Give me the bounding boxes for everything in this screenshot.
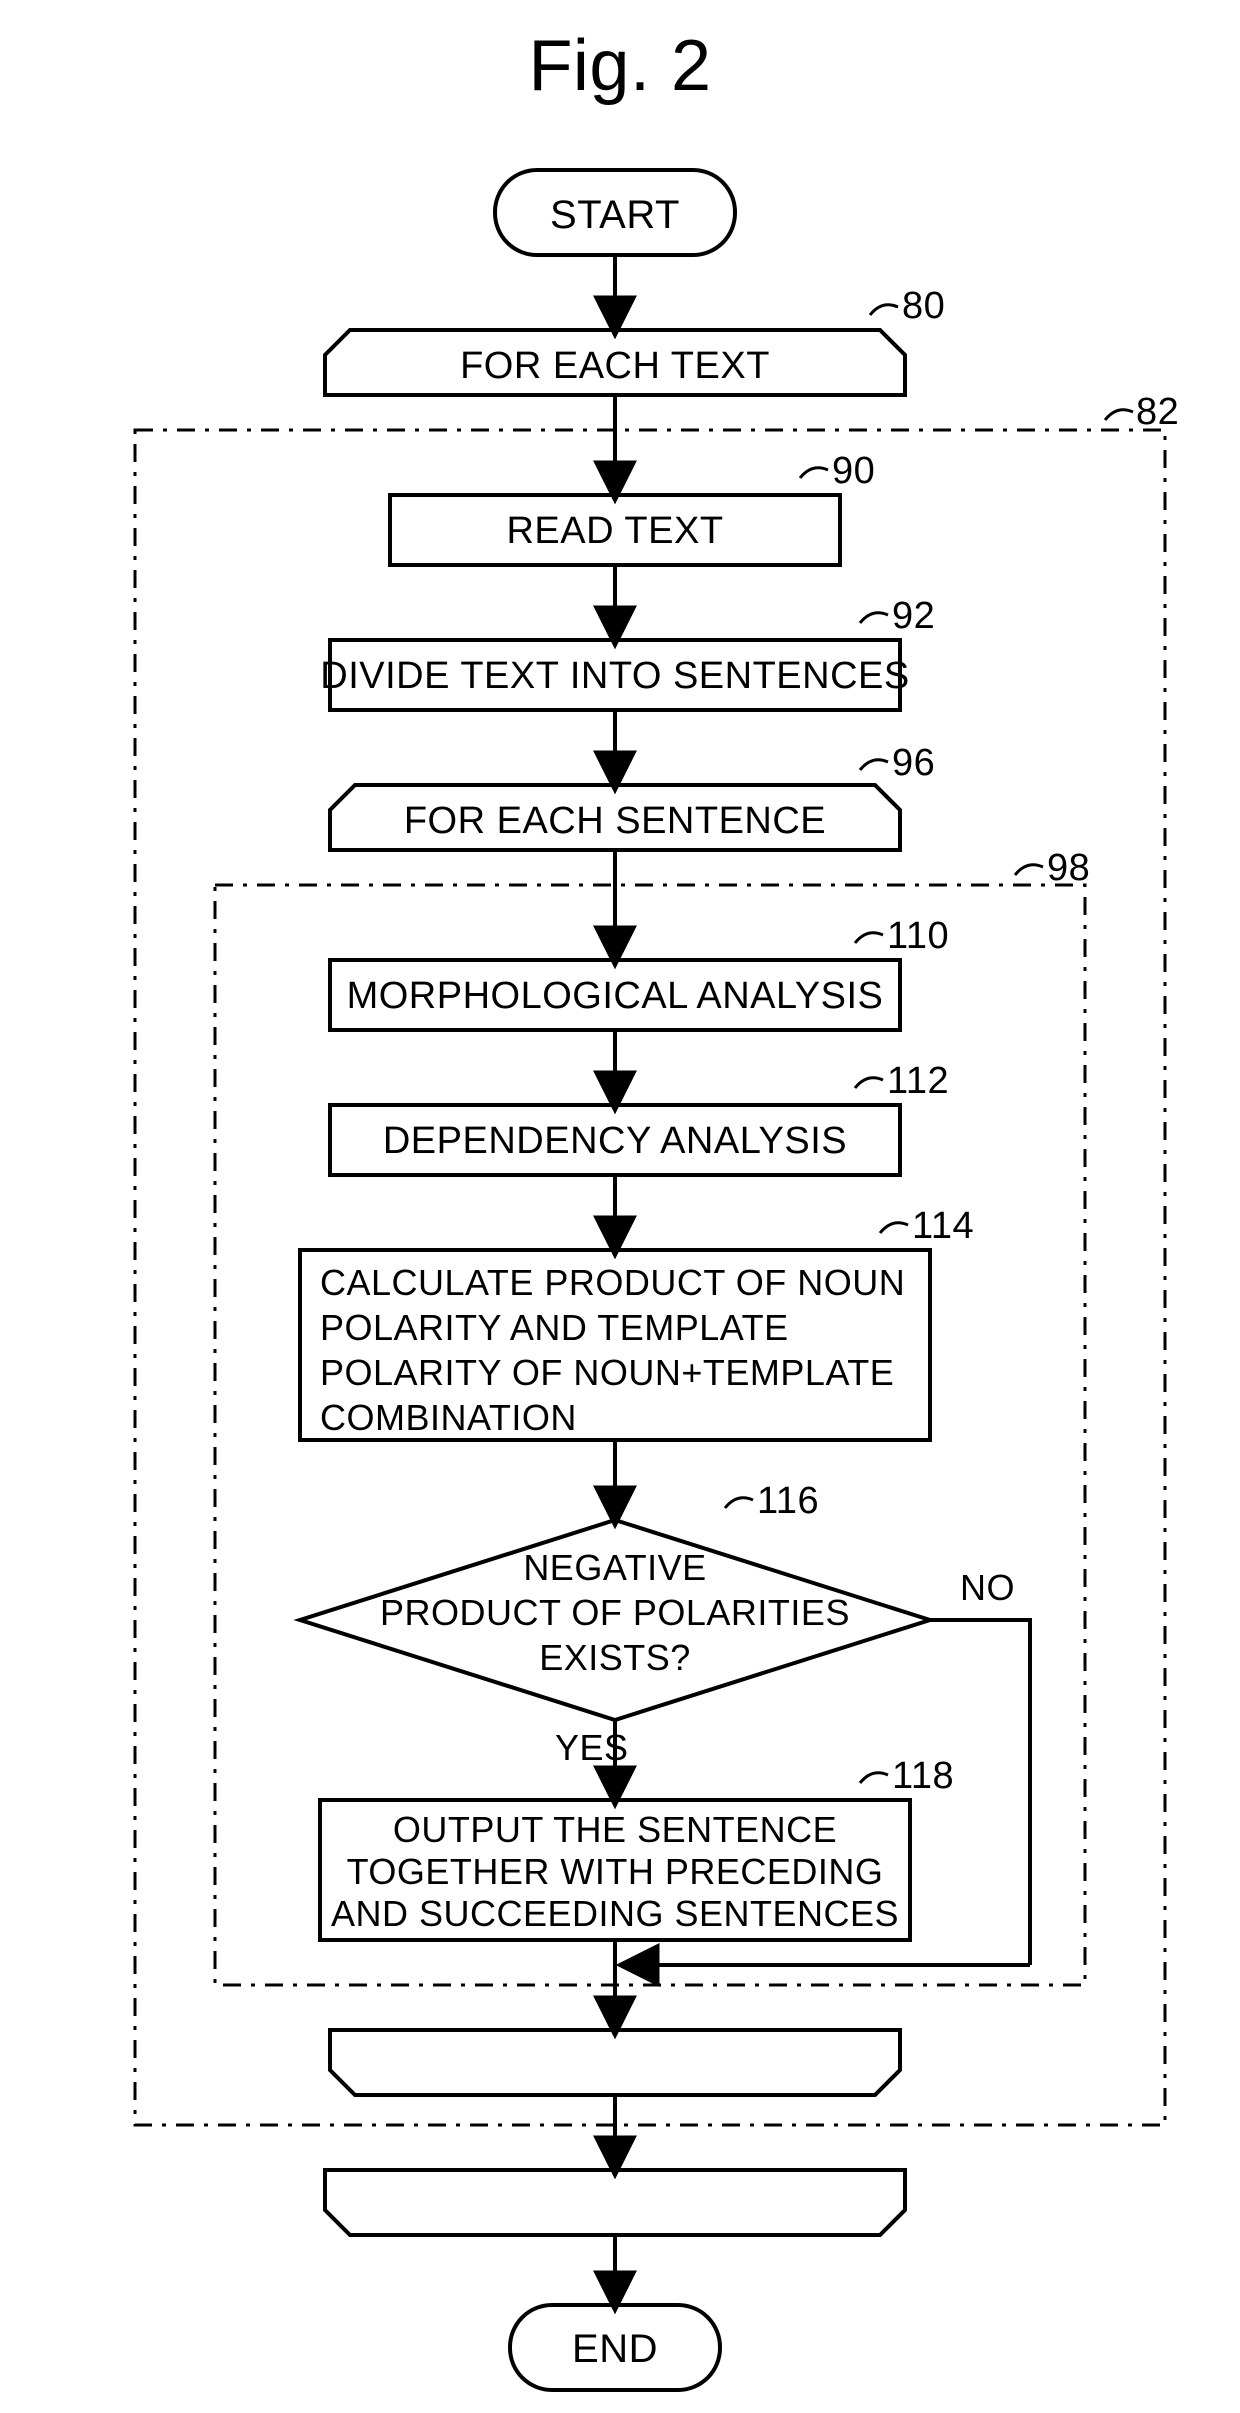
read-text-node: READ TEXT	[390, 495, 840, 565]
svg-text:80: 80	[902, 285, 945, 327]
svg-text:96: 96	[892, 742, 935, 784]
decision-node: NEGATIVE PRODUCT OF POLARITIES EXISTS?	[300, 1520, 930, 1720]
figure-title: Fig. 2	[528, 26, 711, 106]
ref-112: 112	[855, 1060, 949, 1102]
svg-text:90: 90	[832, 450, 875, 492]
ref-98: 98	[1015, 847, 1090, 889]
ref-114: 114	[880, 1205, 974, 1247]
svg-text:AND SUCCEEDING SENTENCES: AND SUCCEEDING SENTENCES	[331, 1893, 899, 1934]
dep-label: DEPENDENCY ANALYSIS	[383, 1120, 847, 1162]
start-node: START	[495, 170, 735, 255]
svg-text:POLARITY OF NOUN+TEMPLATE: POLARITY OF NOUN+TEMPLATE	[320, 1352, 894, 1393]
end-label: END	[572, 2327, 658, 2371]
flowchart-figure: Fig. 2 START FOR EACH TEXT 80 82 READ TE…	[0, 0, 1240, 2413]
divide-text-node: DIVIDE TEXT INTO SENTENCES	[320, 640, 909, 710]
ref-90: 90	[800, 450, 875, 492]
svg-text:OUTPUT THE SENTENCE: OUTPUT THE SENTENCE	[393, 1809, 837, 1850]
ref-116: 116	[725, 1480, 819, 1522]
svg-text:POLARITY AND TEMPLATE: POLARITY AND TEMPLATE	[320, 1307, 789, 1348]
loop-text-footer	[325, 2170, 905, 2235]
loop-text-header: FOR EACH TEXT	[325, 330, 905, 395]
ref-82: 82	[1105, 391, 1179, 433]
loop-text-label: FOR EACH TEXT	[460, 345, 770, 387]
decision-l2: PRODUCT OF POLARITIES	[380, 1592, 850, 1633]
svg-text:114: 114	[912, 1205, 974, 1247]
svg-text:TOGETHER WITH PRECEDING: TOGETHER WITH PRECEDING	[347, 1851, 884, 1892]
morphological-node: MORPHOLOGICAL ANALYSIS	[330, 960, 900, 1030]
ref-118: 118	[860, 1755, 954, 1797]
divide-label: DIVIDE TEXT INTO SENTENCES	[320, 655, 909, 697]
svg-text:82: 82	[1136, 391, 1179, 433]
yes-label: YES	[555, 1727, 629, 1768]
svg-text:92: 92	[892, 595, 935, 637]
output-node: OUTPUT THE SENTENCE TOGETHER WITH PRECED…	[320, 1800, 910, 1940]
svg-text:118: 118	[892, 1755, 954, 1797]
start-label: START	[550, 193, 680, 237]
svg-text:110: 110	[887, 915, 949, 957]
ref-96: 96	[860, 742, 935, 784]
loop-sentence-label: FOR EACH SENTENCE	[404, 800, 826, 842]
ref-92: 92	[860, 595, 935, 637]
no-label: NO	[960, 1567, 1015, 1608]
svg-text:COMBINATION: COMBINATION	[320, 1397, 577, 1438]
dependency-node: DEPENDENCY ANALYSIS	[330, 1105, 900, 1175]
loop-sentence-footer	[330, 2030, 900, 2095]
end-node: END	[510, 2305, 720, 2390]
decision-l1: NEGATIVE	[523, 1547, 706, 1588]
svg-text:112: 112	[887, 1060, 949, 1102]
ref-80: 80	[870, 285, 945, 327]
loop-sentence-header: FOR EACH SENTENCE	[330, 785, 900, 850]
svg-text:116: 116	[757, 1480, 819, 1522]
svg-text:CALCULATE PRODUCT OF NOUN: CALCULATE PRODUCT OF NOUN	[320, 1262, 905, 1303]
svg-text:98: 98	[1047, 847, 1090, 889]
decision-l3: EXISTS?	[539, 1637, 691, 1678]
read-text-label: READ TEXT	[506, 510, 723, 552]
calculate-node: CALCULATE PRODUCT OF NOUN POLARITY AND T…	[300, 1250, 930, 1440]
ref-110: 110	[855, 915, 949, 957]
morph-label: MORPHOLOGICAL ANALYSIS	[347, 975, 884, 1017]
